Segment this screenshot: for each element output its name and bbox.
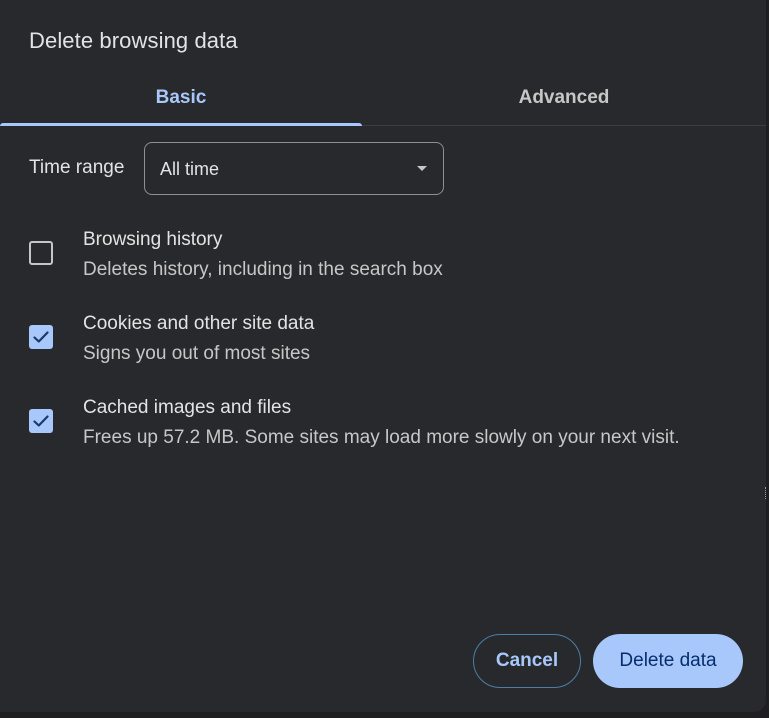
delete-browsing-data-dialog: Delete browsing data Basic Advanced Time…: [0, 0, 766, 712]
check-icon: [33, 331, 49, 343]
resize-handle[interactable]: [765, 487, 769, 499]
option-title: Cookies and other site data: [83, 313, 315, 334]
checkbox-cached-images[interactable]: [29, 409, 53, 433]
tab-basic-label: Basic: [155, 86, 207, 108]
time-range-label: Time range: [29, 157, 125, 178]
check-icon: [33, 415, 49, 427]
option-description: Deletes history, including in the search…: [83, 259, 443, 280]
option-title: Browsing history: [83, 229, 223, 250]
checkbox-browsing-history[interactable]: [29, 241, 53, 265]
option-description: Signs you out of most sites: [83, 343, 311, 364]
time-range-value: All time: [160, 159, 220, 179]
tab-bar: Basic Advanced: [0, 70, 766, 126]
time-range-select[interactable]: All time: [144, 142, 444, 195]
cancel-button[interactable]: Cancel: [473, 634, 581, 688]
delete-data-button[interactable]: Delete data: [593, 634, 743, 688]
option-cookies[interactable]: Cookies and other site data Signs you ou…: [0, 309, 766, 379]
option-browsing-history[interactable]: Browsing history Deletes history, includ…: [0, 225, 766, 295]
option-title: Cached images and files: [83, 397, 292, 418]
checkbox-cookies[interactable]: [29, 325, 53, 349]
tab-advanced-label: Advanced: [518, 86, 610, 108]
active-tab-indicator: [0, 123, 362, 126]
dialog-title: Delete browsing data: [29, 28, 238, 53]
option-cached-images[interactable]: Cached images and files Frees up 57.2 MB…: [0, 393, 766, 463]
chevron-down-icon: [417, 166, 427, 171]
tab-basic[interactable]: Basic: [0, 70, 362, 126]
option-description: Frees up 57.2 MB. Some sites may load mo…: [83, 427, 680, 448]
tab-advanced[interactable]: Advanced: [362, 70, 766, 125]
